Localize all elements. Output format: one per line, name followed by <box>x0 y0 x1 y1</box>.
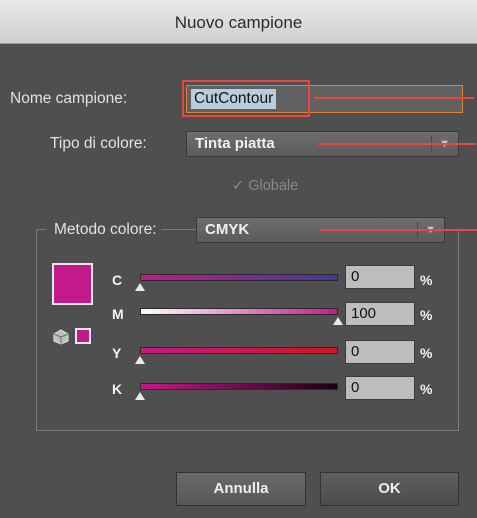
channel-input-c[interactable]: 0 <box>345 265 415 289</box>
channel-label-c: C <box>112 272 123 288</box>
channel-input-y[interactable]: 0 <box>345 340 415 364</box>
slider-thumb-k[interactable] <box>135 392 145 400</box>
channel-label-k: K <box>112 381 123 397</box>
global-checkbox[interactable]: ✓ Globale <box>232 178 298 194</box>
color-mode-label: Metodo colore: <box>46 221 161 239</box>
slider-track-c[interactable] <box>140 274 338 281</box>
color-type-label: Tipo di colore: <box>50 135 147 152</box>
dialog-title: Nuovo campione <box>174 13 303 32</box>
slider-track-y[interactable] <box>140 347 338 354</box>
percent-label-k: % <box>420 381 433 397</box>
slider-thumb-y[interactable] <box>135 356 145 364</box>
channel-input-m[interactable]: 100 <box>345 302 415 326</box>
swatch-name-input[interactable]: CutContour <box>186 85 463 113</box>
slider-track-k[interactable] <box>140 383 338 390</box>
color-mode-value: CMYK <box>205 221 250 238</box>
slider-thumb-m[interactable] <box>333 317 343 325</box>
cancel-button[interactable]: Annulla <box>176 472 306 506</box>
dialog-title-bar: Nuovo campione <box>0 0 477 44</box>
swatch-name-label: Nome campione: <box>10 90 128 107</box>
color-preview-swatch <box>52 263 93 305</box>
annotation-line-name <box>314 97 474 99</box>
percent-label-m: % <box>420 307 433 323</box>
percent-label-c: % <box>420 272 433 288</box>
swatch-name-value: CutContour <box>191 89 277 109</box>
color-type-value: Tinta piatta <box>195 135 275 152</box>
checkmark-icon: ✓ <box>232 178 245 194</box>
annotation-line-mode <box>320 229 477 231</box>
channel-label-y: Y <box>112 345 122 361</box>
slider-thumb-c[interactable] <box>135 283 145 291</box>
global-label: Globale <box>248 178 299 194</box>
channel-label-m: M <box>112 306 124 322</box>
in-gamut-swatch[interactable] <box>75 328 91 344</box>
ok-button[interactable]: OK <box>320 472 459 506</box>
percent-label-y: % <box>420 345 433 361</box>
channel-input-k[interactable]: 0 <box>345 376 415 400</box>
slider-track-m[interactable] <box>140 308 338 315</box>
color-mode-group <box>36 229 459 431</box>
annotation-line-type <box>318 143 476 145</box>
cube-icon[interactable] <box>53 329 69 345</box>
